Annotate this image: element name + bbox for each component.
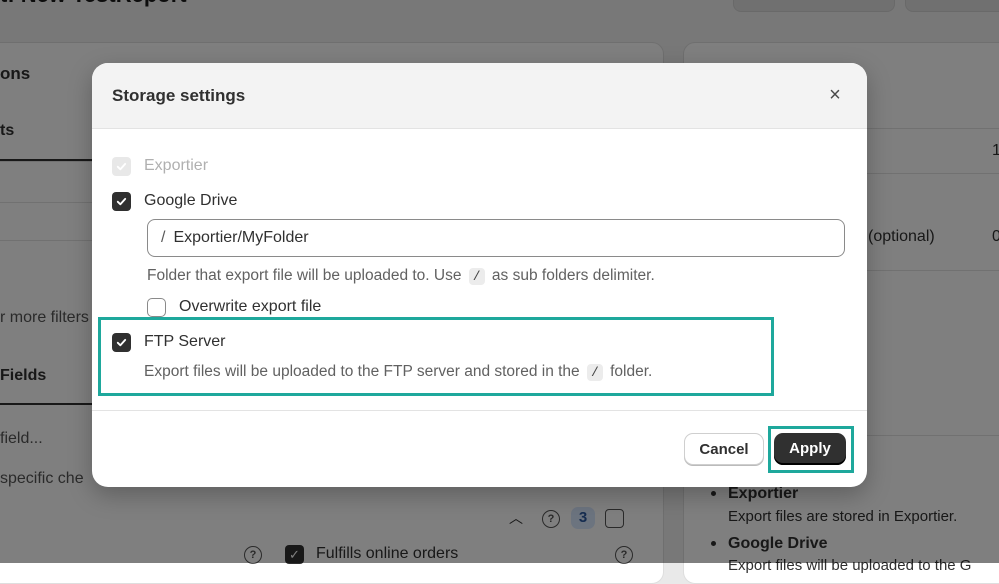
modal-header: Storage settings × bbox=[92, 63, 867, 129]
google-drive-checkbox[interactable] bbox=[112, 191, 131, 211]
folder-help-code: / bbox=[468, 268, 485, 285]
google-drive-option[interactable]: Google Drive bbox=[112, 190, 237, 212]
exportier-option: Exportier bbox=[112, 155, 208, 177]
ftp-help-after: folder. bbox=[610, 363, 653, 380]
exportier-label: Exportier bbox=[144, 157, 209, 174]
folder-path-value[interactable]: Exportier/MyFolder bbox=[173, 229, 308, 247]
check-icon bbox=[116, 197, 127, 205]
ftp-server-checkbox[interactable] bbox=[112, 332, 131, 352]
ftp-help-text: Export files will be uploaded to the FTP… bbox=[144, 363, 652, 381]
ftp-highlight-box bbox=[98, 317, 774, 396]
folder-prefix: / bbox=[161, 229, 166, 246]
close-icon[interactable]: × bbox=[825, 85, 845, 105]
ftp-server-option[interactable]: FTP Server bbox=[112, 331, 226, 353]
folder-help-after: as sub folders delimiter. bbox=[491, 267, 655, 284]
ftp-help-code: / bbox=[587, 364, 603, 381]
cancel-button[interactable]: Cancel bbox=[684, 433, 764, 465]
check-icon bbox=[116, 338, 127, 346]
exportier-checkbox bbox=[112, 156, 131, 176]
overwrite-label[interactable]: Overwrite export file bbox=[179, 298, 321, 316]
footer-divider bbox=[92, 410, 867, 411]
apply-button[interactable]: Apply bbox=[774, 433, 846, 465]
ftp-server-label[interactable]: FTP Server bbox=[144, 333, 226, 351]
check-icon bbox=[116, 162, 127, 170]
folder-help-before: Folder that export file will be uploaded… bbox=[147, 267, 462, 284]
overwrite-option[interactable]: Overwrite export file bbox=[147, 296, 321, 318]
storage-settings-modal: Storage settings × Exportier Google Driv… bbox=[92, 63, 867, 487]
overwrite-checkbox[interactable] bbox=[147, 297, 166, 317]
ftp-help-before: Export files will be uploaded to the FTP… bbox=[144, 363, 580, 380]
modal-title: Storage settings bbox=[112, 86, 246, 105]
google-drive-label[interactable]: Google Drive bbox=[144, 192, 237, 210]
folder-help-text: Folder that export file will be uploaded… bbox=[147, 267, 655, 285]
folder-path-input[interactable]: / Exportier/MyFolder bbox=[147, 219, 845, 257]
